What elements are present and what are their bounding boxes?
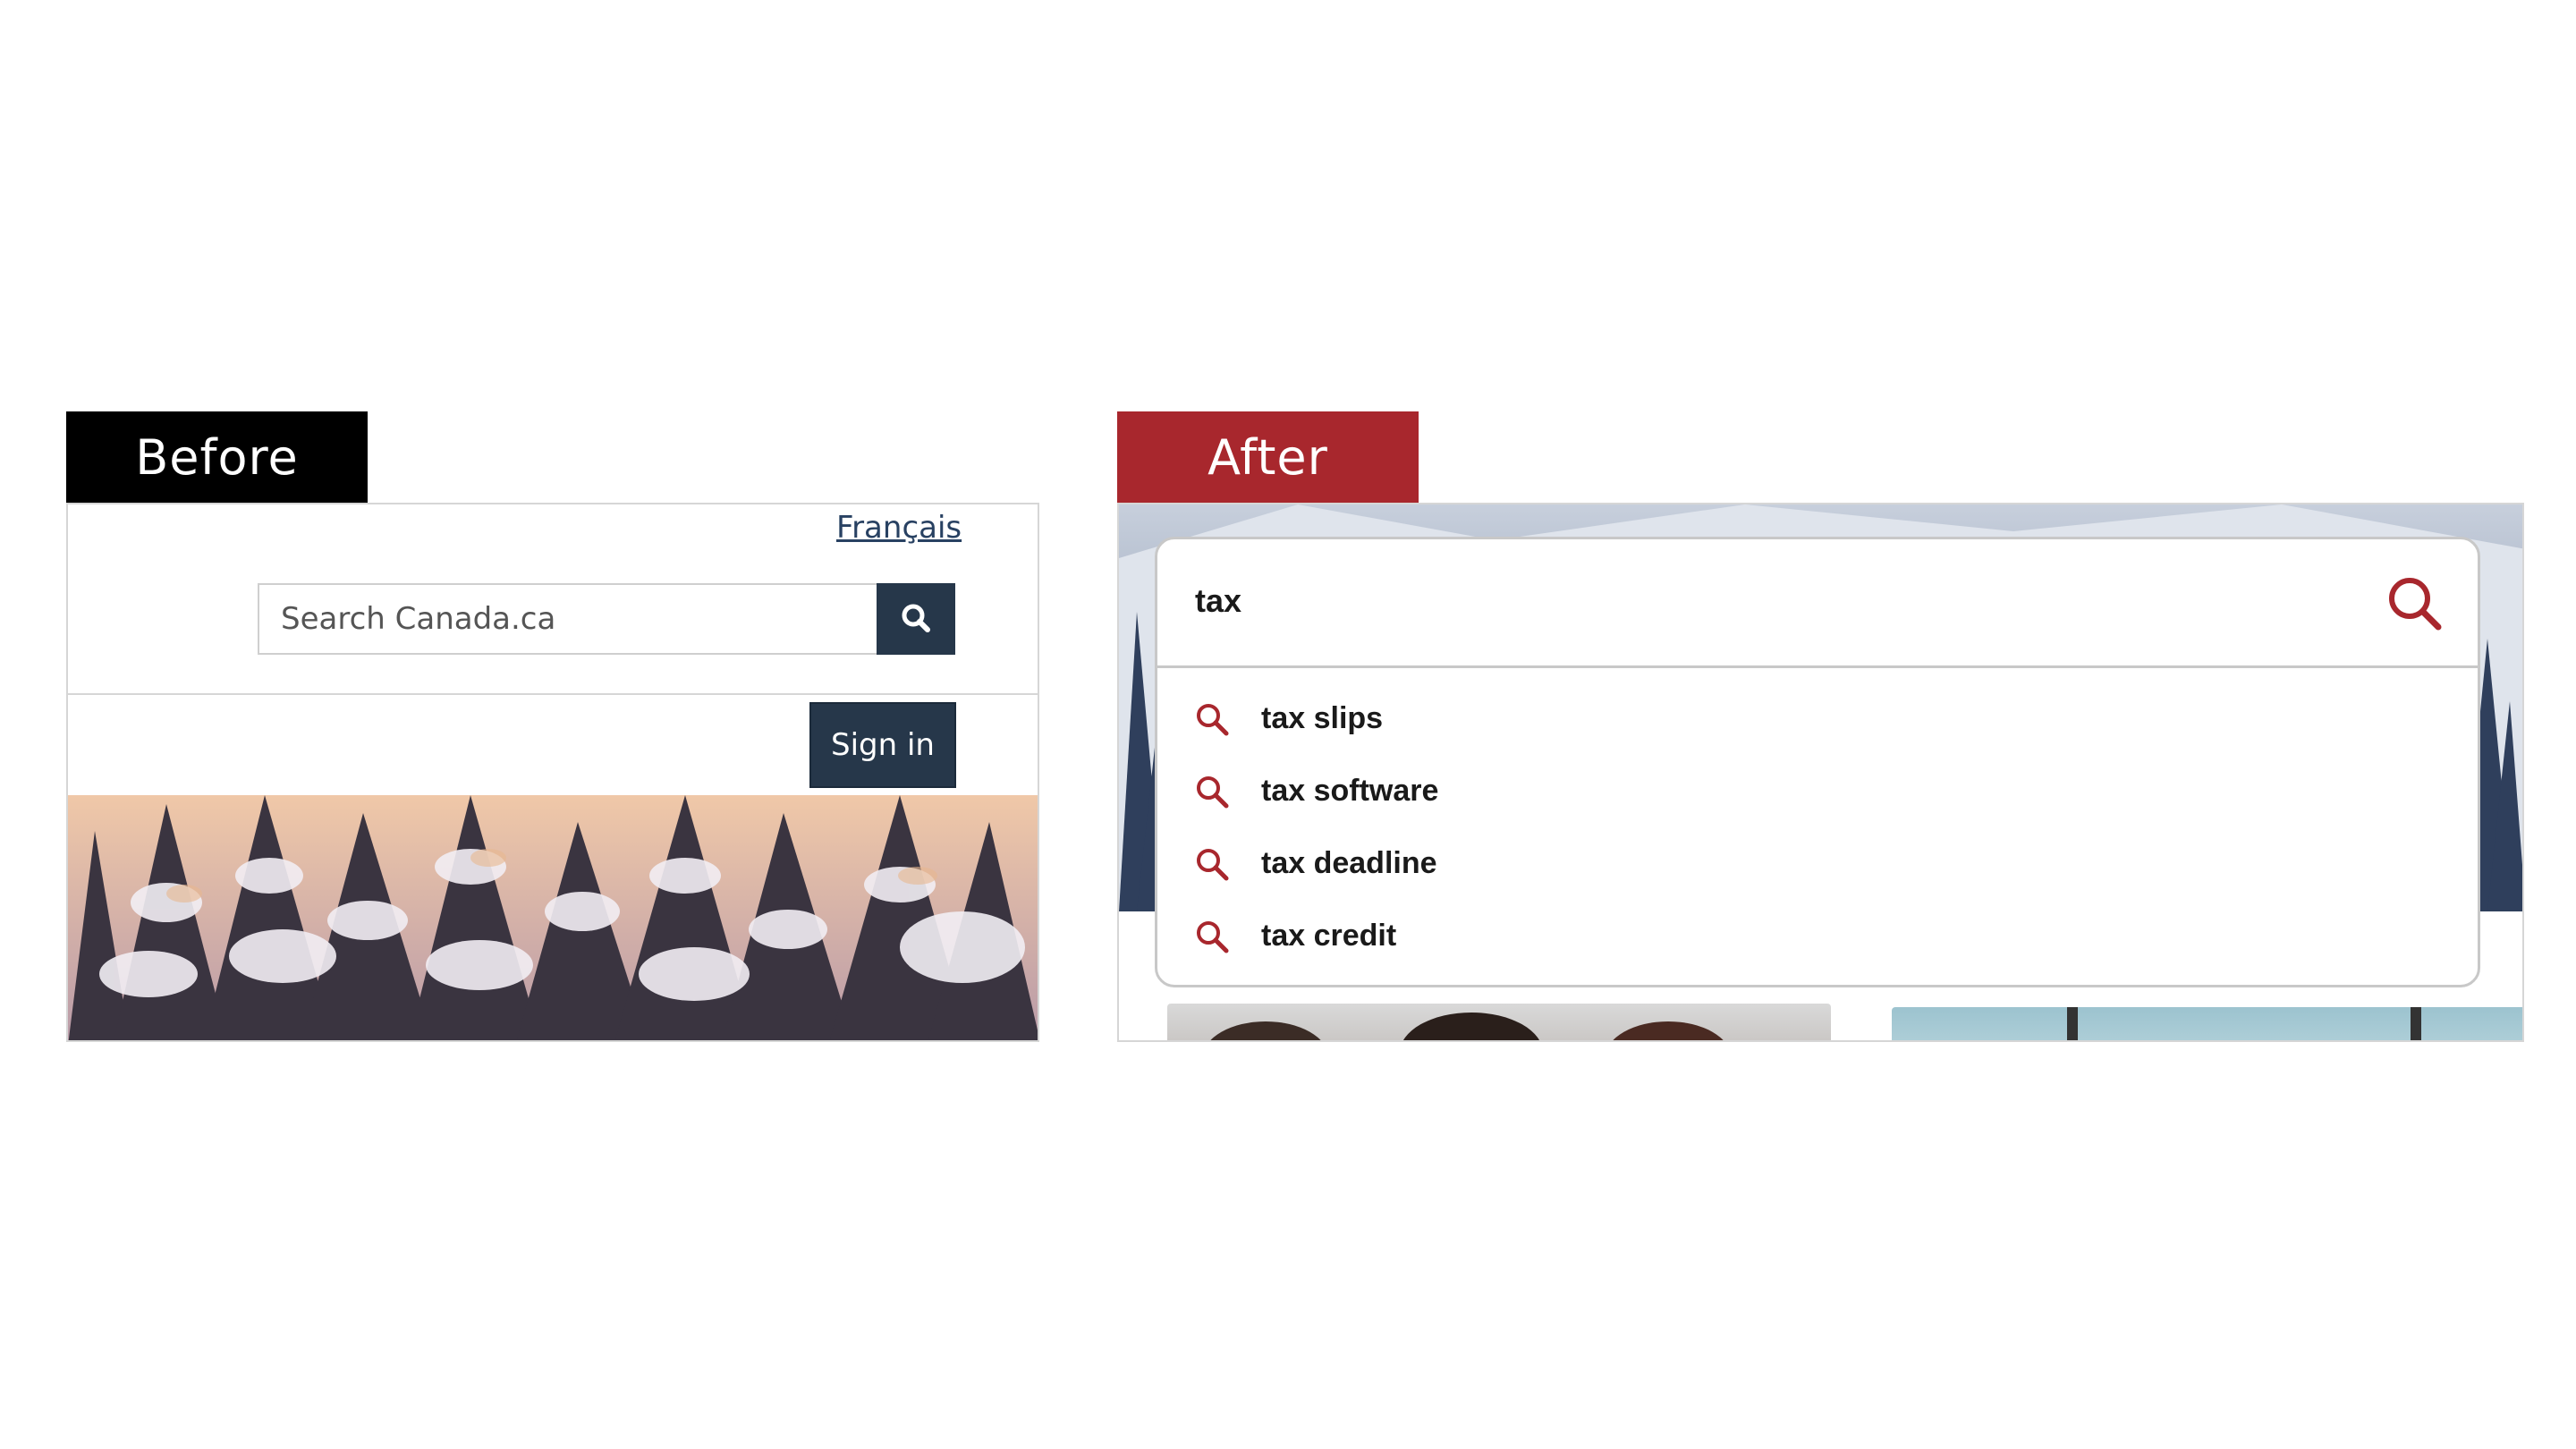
suggestion-label: tax slips — [1261, 701, 1384, 735]
after-label: After — [1117, 411, 1419, 503]
search-icon — [1193, 918, 1231, 955]
before-panel: Français Sign in — [66, 503, 1039, 1042]
header-divider — [68, 693, 1038, 695]
before-label: Before — [66, 411, 368, 503]
search-icon[interactable] — [2385, 573, 2445, 634]
suggestion-list: tax slips tax software tax deadline tax … — [1157, 682, 2478, 972]
search-button[interactable] — [877, 583, 955, 655]
language-toggle-link[interactable]: Français — [836, 510, 962, 546]
content-image — [1167, 1004, 1831, 1040]
after-panel: tax slips tax software t — [1117, 503, 2524, 1042]
search-bar — [258, 583, 1023, 655]
suggestion-label: tax deadline — [1261, 846, 1437, 880]
suggestion-item[interactable]: tax slips — [1157, 682, 2478, 755]
search-input[interactable] — [258, 583, 877, 655]
suggestion-item[interactable]: tax software — [1157, 755, 2478, 827]
search-input[interactable] — [1193, 573, 2360, 629]
hero-image — [68, 795, 1038, 1040]
search-icon — [898, 600, 934, 639]
search-icon — [1193, 845, 1231, 883]
suggestion-item[interactable]: tax deadline — [1157, 827, 2478, 900]
suggestion-item[interactable]: tax credit — [1157, 900, 2478, 972]
search-icon — [1193, 700, 1231, 738]
sign-in-button[interactable]: Sign in — [809, 702, 956, 788]
content-image — [1892, 1007, 2522, 1040]
suggestion-label: tax software — [1261, 774, 1439, 808]
search-icon — [1193, 773, 1231, 810]
search-bar — [1157, 539, 2478, 668]
suggestion-label: tax credit — [1261, 919, 1397, 953]
search-autocomplete: tax slips tax software t — [1155, 537, 2480, 987]
